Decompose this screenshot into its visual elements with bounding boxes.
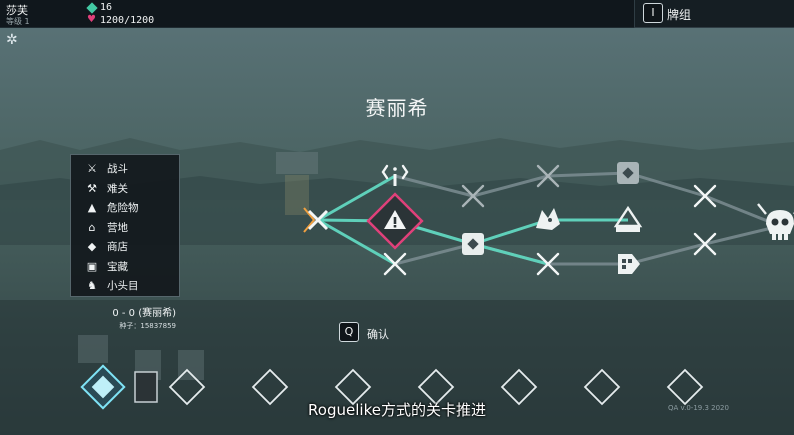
battle-node[interactable]	[693, 184, 717, 208]
legend-label: 宝藏	[107, 260, 128, 273]
legend-item: ⚔ 战斗	[83, 159, 179, 179]
treasure-icon: ▣	[86, 259, 98, 273]
path-segment	[627, 171, 706, 198]
shop-tag-icon: ◆	[87, 240, 97, 254]
confirm-label: 确认	[367, 328, 389, 341]
boss-node[interactable]	[757, 203, 794, 240]
legend-label: 战斗	[107, 163, 128, 176]
path-segment	[394, 174, 474, 198]
hazard-node[interactable]	[366, 192, 424, 250]
shop-node[interactable]	[618, 254, 640, 274]
legend-label: 商店	[107, 241, 128, 254]
card-slot[interactable]	[168, 368, 206, 406]
miniboss-icon: ♞	[87, 279, 97, 293]
legend-label: 危险物	[107, 202, 139, 215]
path-segment-active	[472, 242, 549, 266]
active-card-slot[interactable]	[80, 364, 126, 410]
card-slot[interactable]	[583, 368, 621, 406]
card-slot[interactable]	[666, 368, 704, 406]
path-segment	[547, 171, 629, 178]
version-label: QA v.0-19.3 2020	[668, 404, 729, 412]
confirm-hotkey[interactable]: Q	[339, 322, 359, 342]
battle-node[interactable]	[461, 184, 485, 208]
path-segment-active	[472, 218, 549, 246]
miniboss-node[interactable]	[536, 208, 560, 230]
legend-label: 小头目	[107, 280, 139, 293]
battle-node[interactable]	[383, 252, 407, 276]
legend-item: ⌂ 营地	[83, 218, 179, 238]
mystery-node[interactable]	[381, 164, 409, 186]
run-seed: 种子：15837859	[119, 322, 176, 330]
card-slot-marker	[134, 371, 158, 403]
warning-icon: ▲	[87, 201, 97, 215]
pickaxe-icon: ⚒	[87, 181, 97, 195]
map-legend: ⚔ 战斗 ⚒ 难关 ▲ 危险物 ⌂ 营地 ◆ 商店 ▣ 宝藏 ♞ 小头目	[70, 154, 180, 297]
treasure-node[interactable]	[617, 162, 639, 184]
legend-item: ⚒ 难关	[83, 179, 179, 199]
treasure-node[interactable]	[462, 233, 484, 255]
path-segment	[627, 242, 706, 266]
legend-label: 营地	[107, 221, 128, 234]
path-segment	[394, 242, 474, 266]
legend-item: ▲ 危险物	[83, 198, 179, 218]
legend-item: ◆ 商店	[83, 237, 179, 257]
battle-node[interactable]	[693, 232, 717, 256]
legend-item: ♞ 小头目	[83, 276, 179, 296]
crossed-swords-icon: ⚔	[87, 162, 97, 176]
legend-label: 难关	[107, 182, 128, 195]
camp-icon: ⌂	[88, 220, 96, 234]
run-score: 0 - 0 (赛丽希)	[112, 308, 176, 319]
path-segment	[472, 174, 549, 198]
subtitle-caption: Roguelike方式的关卡推进	[308, 401, 486, 419]
legend-item: ▣ 宝藏	[83, 257, 179, 277]
